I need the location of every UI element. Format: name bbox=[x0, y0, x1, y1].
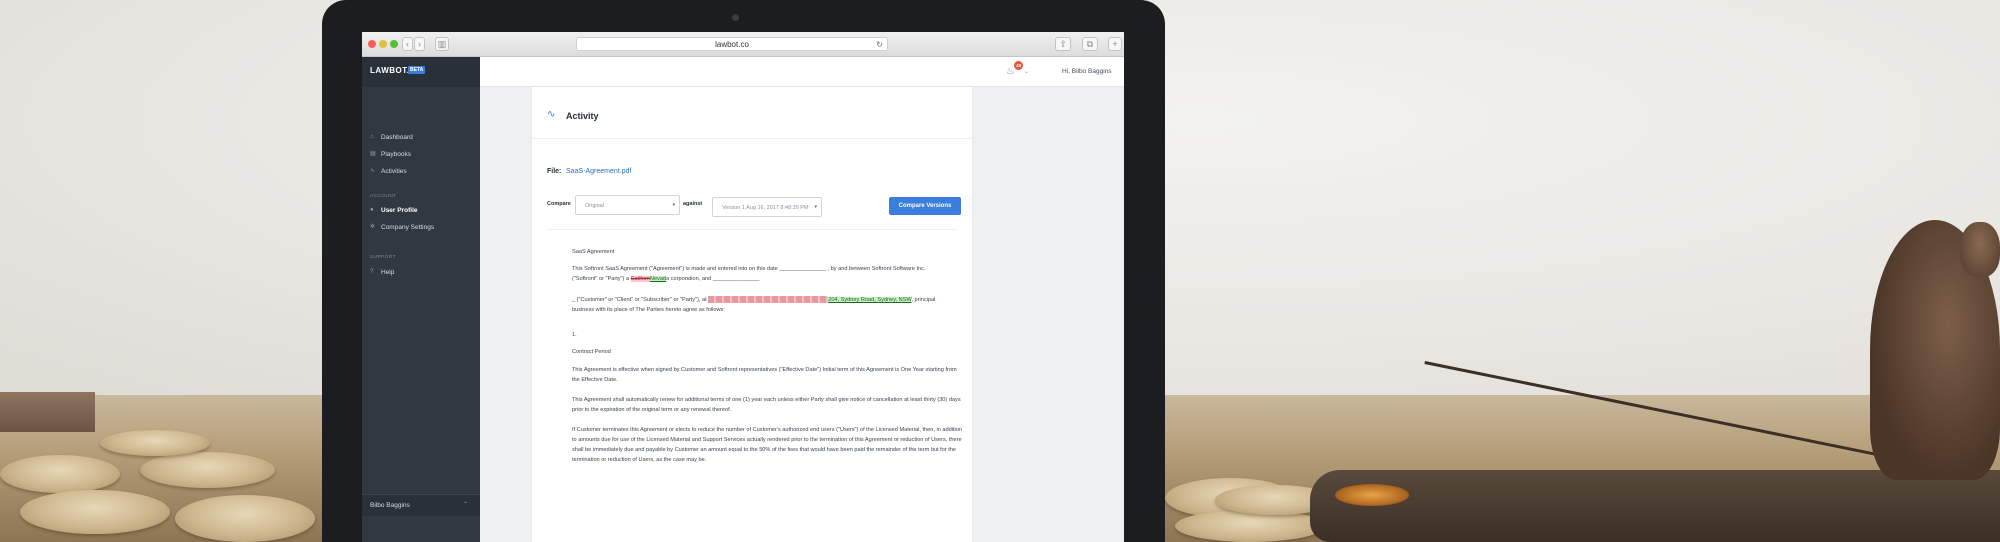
wood-slice bbox=[140, 452, 275, 488]
sidebar-item-label: Dashboard bbox=[381, 134, 413, 141]
document-text: _ ("Customer" or "Client" or "Subscriber… bbox=[572, 297, 709, 303]
sidebar-item-dashboard[interactable]: ⌂ Dashboard bbox=[362, 132, 480, 144]
activity-icon: ∿ bbox=[370, 168, 376, 174]
document-paragraph: This Softront SaaS Agreement ("Agreement… bbox=[572, 264, 962, 284]
inserted-text: 204, Sydney Road, Sydney, NSW bbox=[828, 297, 912, 303]
document-paragraph: _ ("Customer" or "Client" or "Subscriber… bbox=[572, 295, 962, 315]
url-text: lawbot.co bbox=[715, 40, 749, 49]
new-tab-icon[interactable]: + bbox=[1108, 37, 1122, 51]
zoom-window-button[interactable] bbox=[390, 40, 398, 48]
deleted-text: Californ bbox=[630, 276, 650, 282]
document-text: business with its place of The Parties h… bbox=[572, 307, 725, 313]
divider bbox=[547, 229, 957, 230]
sidebar-item-label: Help bbox=[381, 269, 395, 276]
sidebar-item-help[interactable]: ? Help bbox=[362, 267, 480, 279]
sidebar-item-user-profile[interactable]: ● User Profile bbox=[362, 205, 480, 217]
user-greeting[interactable]: Hi, Bilbo Baggins bbox=[1062, 68, 1112, 75]
buddha-head bbox=[1960, 222, 2000, 277]
chevron-up-icon: ⌃ bbox=[462, 502, 468, 508]
user-name: Bilbo Baggins bbox=[370, 502, 410, 509]
chevron-down-icon: ▾ bbox=[814, 204, 817, 210]
user-menu[interactable]: Bilbo Baggins ⌃ bbox=[362, 494, 480, 516]
document-paragraph: This Agreement shall automatically renew… bbox=[572, 397, 961, 413]
reload-icon[interactable]: ↻ bbox=[876, 38, 883, 51]
sidebar-toggle-icon[interactable]: ▥ bbox=[435, 37, 449, 51]
sidebar-item-company-settings[interactable]: ✲ Company Settings bbox=[362, 222, 480, 234]
chevron-down-icon: ▾ bbox=[672, 202, 675, 208]
help-icon: ? bbox=[370, 269, 374, 275]
document-paragraph: If Customer terminates this Agreement or… bbox=[572, 427, 962, 463]
against-select-value: Version 1 Aug 16, 2017 8:48:39 PM bbox=[722, 205, 809, 211]
book-icon: ▤ bbox=[370, 151, 376, 157]
compare-label: Compare bbox=[547, 201, 571, 207]
brand-bar: LAWBOT.AI BETA bbox=[362, 57, 480, 87]
document-text: This Softront SaaS Agreement ("Agreement… bbox=[572, 266, 926, 272]
browser-toolbar: ‹ › ▥ lawbot.co ↻ ⇧ ⧉ + bbox=[362, 32, 1124, 57]
activity-icon: ∿ bbox=[547, 109, 556, 120]
against-label: against bbox=[683, 201, 703, 207]
chevron-down-icon[interactable]: ⌄ bbox=[1024, 68, 1029, 75]
gear-icon: ✲ bbox=[370, 224, 376, 230]
section-title: Contract Period bbox=[572, 349, 611, 355]
wood-slice bbox=[0, 455, 120, 493]
back-icon[interactable]: ‹ bbox=[402, 37, 413, 51]
document-title: SaaS Agreement bbox=[572, 249, 615, 255]
against-select[interactable]: Version 1 Aug 16, 2017 8:48:39 PM ▾ bbox=[712, 197, 822, 217]
document-paragraph: This Agreement is effective when signed … bbox=[572, 367, 957, 383]
address-bar[interactable]: lawbot.co ↻ bbox=[576, 37, 888, 51]
wood-slice bbox=[1175, 510, 1325, 542]
inserted-text: Nevad bbox=[649, 276, 667, 282]
camera bbox=[732, 14, 739, 21]
sidebar-item-playbooks[interactable]: ▤ Playbooks bbox=[362, 149, 480, 161]
section-heading-account: ACCOUNT bbox=[370, 194, 397, 199]
compare-select-value: Original bbox=[585, 203, 604, 209]
minimize-window-button[interactable] bbox=[379, 40, 387, 48]
content-gutter-left bbox=[480, 87, 532, 542]
page-title: Activity bbox=[566, 111, 599, 121]
wooden-block bbox=[0, 392, 95, 432]
card-header: ∿ Activity bbox=[532, 87, 972, 139]
deleted-text bbox=[708, 296, 829, 304]
sidebar: LAWBOT.AI BETA ⌂ Dashboard ▤ Playbooks ∿… bbox=[362, 57, 480, 542]
app-header: ♨ 48 ⌄ Hi, Bilbo Baggins bbox=[480, 57, 1124, 87]
user-icon: ● bbox=[370, 207, 374, 213]
forward-icon[interactable]: › bbox=[414, 37, 425, 51]
sidebar-item-label: Activities bbox=[381, 168, 407, 175]
incense-holder bbox=[1310, 470, 2000, 542]
document-text: ("Softront" or "Party") a bbox=[572, 276, 631, 282]
wood-slice bbox=[175, 495, 315, 542]
share-icon[interactable]: ⇧ bbox=[1055, 37, 1071, 51]
compare-select[interactable]: Original ▾ bbox=[575, 195, 680, 215]
wood-slice bbox=[100, 430, 210, 456]
sidebar-item-label: User Profile bbox=[381, 207, 418, 214]
section-heading-support: SUPPORT bbox=[370, 255, 396, 260]
tabs-icon[interactable]: ⧉ bbox=[1082, 37, 1098, 51]
close-window-button[interactable] bbox=[368, 40, 376, 48]
content-gutter-right bbox=[972, 87, 1124, 542]
sidebar-item-label: Playbooks bbox=[381, 151, 411, 158]
compare-versions-button[interactable]: Compare Versions bbox=[889, 197, 961, 215]
file-label: File: bbox=[547, 168, 562, 175]
document-text: , principal bbox=[911, 297, 936, 303]
home-icon: ⌂ bbox=[370, 134, 374, 140]
laptop-screen: ‹ › ▥ lawbot.co ↻ ⇧ ⧉ + LAWBOT.AI BETA ⌂… bbox=[362, 32, 1124, 542]
document-text: a corporation, and _______________ bbox=[666, 276, 760, 282]
section-number: 1. bbox=[572, 332, 577, 338]
wood-slice bbox=[20, 490, 170, 534]
sidebar-item-activities[interactable]: ∿ Activities bbox=[362, 166, 480, 178]
beta-badge: BETA bbox=[408, 66, 426, 74]
file-link[interactable]: SaaS-Agreement.pdf bbox=[566, 168, 631, 175]
notification-count-badge: 48 bbox=[1014, 61, 1023, 70]
activity-card: ∿ Activity File: SaaS-Agreement.pdf Comp… bbox=[532, 87, 972, 542]
incense-bowl bbox=[1335, 484, 1409, 506]
sidebar-item-label: Company Settings bbox=[381, 224, 435, 231]
